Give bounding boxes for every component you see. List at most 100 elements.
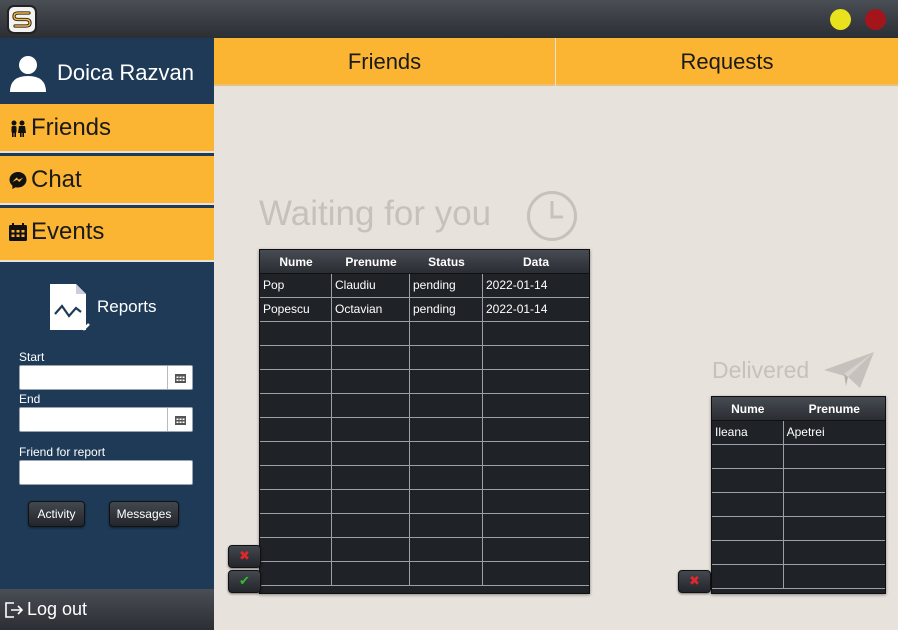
people-icon [11,120,26,137]
column-header[interactable]: Prenume [784,397,885,420]
table-cell: 2022-01-14 [486,278,548,292]
table-cell [784,565,885,588]
messages-button[interactable]: Messages [109,501,179,527]
reject-request-button[interactable]: ✖ [228,545,261,568]
table-cell [260,562,332,585]
empty-table-row [260,370,589,394]
table-cell [483,370,589,393]
minimize-button[interactable] [830,9,851,30]
table-cell [784,493,885,516]
column-header[interactable]: Status [410,250,483,273]
table-cell: 2022-01-14 [486,302,548,316]
user-profile: Doica Razvan [0,38,214,104]
table-cell [712,445,784,468]
start-date-field[interactable] [19,365,193,390]
app-logo-icon [7,5,37,34]
table-cell: Pop [260,274,332,297]
tab-label: Friends [347,49,422,74]
cancel-request-button[interactable]: ✖ [678,570,711,593]
waiting-requests-table[interactable]: Nume Prenume Status Data Pop Claudiu pendi… [259,249,590,594]
column-header[interactable]: Prenume [332,250,410,273]
sidebar: Doica Razvan Friends Chat Events Reports… [0,38,214,630]
table-cell [784,517,885,540]
start-label: Start [19,350,45,364]
accept-request-button[interactable]: ✔ [228,570,261,593]
table-cell [332,514,410,537]
empty-table-row [260,346,589,370]
empty-table-row [712,541,885,565]
table-cell [260,442,332,465]
calendar-picker-icon[interactable] [167,366,192,389]
empty-table-row [260,322,589,346]
activity-button[interactable]: Activity [28,501,85,527]
tab-requests[interactable]: Requests [556,38,898,86]
table-header: Nume Prenume [712,397,885,421]
empty-table-row [260,418,589,442]
table-cell [483,442,589,465]
accept-icon: ✔ [239,574,250,589]
table-cell [483,562,589,585]
paper-plane-icon [824,352,874,388]
table-cell [483,418,589,441]
clock-icon [527,191,577,241]
empty-table-row [260,514,589,538]
delivered-title: Delivered [712,357,810,383]
table-cell [332,418,410,441]
title-bar [0,0,898,38]
sidebar-item-friends[interactable]: Friends [0,104,214,153]
column-header[interactable]: Nume [712,397,784,420]
table-cell: Octavian [332,298,410,321]
table-cell [410,538,483,561]
table-cell [260,490,332,513]
table-cell [332,490,410,513]
table-cell [712,517,784,540]
column-header[interactable]: Data [483,250,589,273]
table-cell [784,469,885,492]
sidebar-item-label: Chat [31,166,82,193]
friend-for-report-field[interactable] [19,460,193,485]
empty-table-row [260,538,589,562]
table-cell [483,538,589,561]
empty-table-row [260,562,589,586]
table-cell [332,466,410,489]
table-cell: Apetrei [786,425,825,439]
table-row[interactable]: Ileana Apetrei [712,421,885,445]
table-cell: Claudiu [332,274,410,297]
table-cell [712,469,784,492]
table-cell [332,346,410,369]
empty-table-row [712,517,885,541]
empty-table-row [712,565,885,589]
empty-table-row [712,469,885,493]
logout-label: Log out [27,599,88,619]
sidebar-item-events[interactable]: Events [0,208,214,260]
delivered-requests-table[interactable]: Nume Prenume Ileana Apetrei [711,396,886,594]
column-header[interactable]: Nume [260,250,332,273]
table-row[interactable]: Pop Claudiu pending 2022-01-14 [260,274,589,298]
table-cell [332,394,410,417]
empty-table-row [260,466,589,490]
table-cell [332,538,410,561]
table-cell [260,322,332,345]
table-row[interactable]: Popescu Octavian pending 2022-01-14 [260,298,589,322]
table-cell [483,322,589,345]
table-cell [260,394,332,417]
table-cell [332,322,410,345]
table-cell [332,370,410,393]
table-cell [410,562,483,585]
logout-button[interactable]: Log out [0,589,214,630]
tab-friends[interactable]: Friends [214,38,555,86]
sidebar-item-chat[interactable]: Chat [0,156,214,205]
table-cell [410,466,483,489]
table-cell [260,538,332,561]
close-button[interactable] [865,9,886,30]
end-label: End [19,392,41,406]
calendar-picker-icon[interactable] [167,408,192,431]
empty-table-row [260,490,589,514]
friend-for-report-input[interactable] [20,461,192,484]
end-date-field[interactable] [19,407,193,432]
tab-label: Requests [680,49,774,74]
table-cell [410,394,483,417]
table-cell [712,541,784,564]
sidebar-item-label: Friends [31,114,112,141]
table-cell [483,466,589,489]
